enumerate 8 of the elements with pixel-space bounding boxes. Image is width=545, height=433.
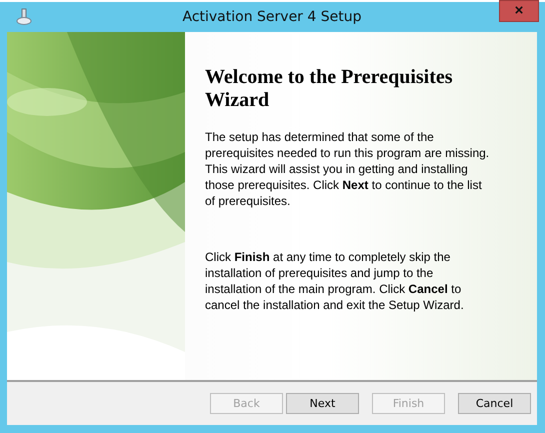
window-title: Activation Server 4 Setup: [181, 9, 362, 25]
close-button[interactable]: ×: [499, 0, 539, 22]
wizard-heading: Welcome to the Prerequisites Wizard: [205, 66, 454, 112]
description-text: The setup has determined that some of the prerequisites needed to run this program are missing. This wizard will assist you in getting and installing those prerequisites. Click Next to continue to the list of prerequisites.: [205, 129, 490, 209]
wizard-button[interactable]: Next: [286, 393, 359, 414]
installer-icon: [15, 8, 33, 26]
description-text: Click Finish at any time to completely skip the installation of prerequisites and jump to the installation of the main program. Click Cancel to cancel the installation and exit the Setup Wizard.: [205, 249, 465, 313]
wizard-button[interactable]: Cancel: [458, 393, 531, 414]
